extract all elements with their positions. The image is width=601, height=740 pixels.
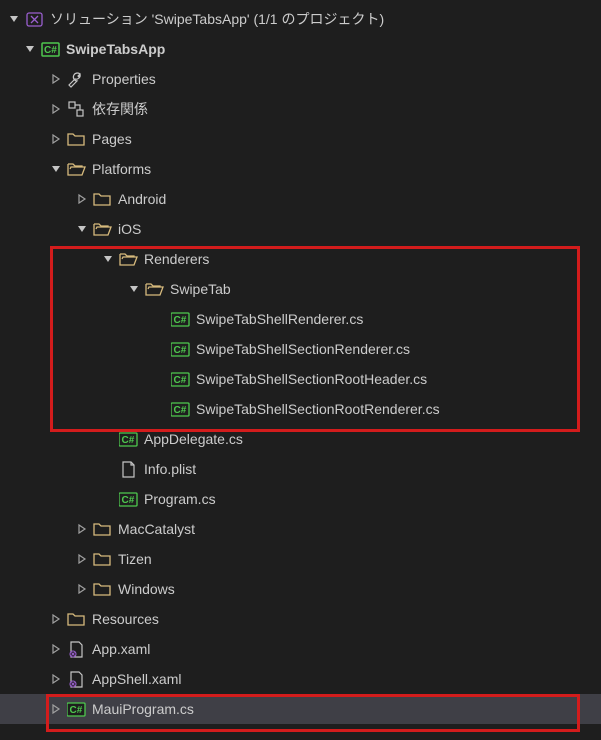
item-label: Android [118,191,166,207]
chevron-right-icon[interactable] [48,101,64,117]
tree-item-tizen[interactable]: Tizen [0,544,601,574]
tree-item-swipetab[interactable]: SwipeTab [0,274,601,304]
tree-item-appxaml[interactable]: App.xaml [0,634,601,664]
item-label: SwipeTab [170,281,231,297]
chevron-right-icon[interactable] [48,71,64,87]
dependencies-icon [66,99,86,119]
file-icon [118,459,138,479]
tree-item-properties[interactable]: Properties [0,64,601,94]
csharp-file-icon [118,429,138,449]
project-row[interactable]: SwipeTabsApp [0,34,601,64]
solution-icon [24,9,44,29]
folder-icon [92,519,112,539]
item-label: Platforms [92,161,151,177]
item-label: MacCatalyst [118,521,195,537]
tree-item-file[interactable]: SwipeTabShellSectionRenderer.cs [0,334,601,364]
item-label: iOS [118,221,141,237]
chevron-down-icon[interactable] [74,221,90,237]
xaml-file-icon [66,669,86,689]
item-label: Renderers [144,251,209,267]
item-label: Windows [118,581,175,597]
item-label: App.xaml [92,641,150,657]
tree-item-file[interactable]: Info.plist [0,454,601,484]
csharp-file-icon [170,399,190,419]
item-label: Pages [92,131,132,147]
chevron-down-icon[interactable] [22,41,38,57]
tree-item-dependencies[interactable]: 依存関係 [0,94,601,124]
tree-item-file[interactable]: SwipeTabShellSectionRootHeader.cs [0,364,601,394]
project-label: SwipeTabsApp [66,41,165,57]
chevron-right-icon[interactable] [48,641,64,657]
tree-item-android[interactable]: Android [0,184,601,214]
chevron-right-icon[interactable] [74,521,90,537]
chevron-down-icon[interactable] [126,281,142,297]
chevron-right-icon[interactable] [48,611,64,627]
folder-open-icon [144,279,164,299]
tree-item-appshell[interactable]: AppShell.xaml [0,664,601,694]
tree-item-mauiprogram[interactable]: MauiProgram.cs [0,694,601,724]
chevron-right-icon[interactable] [74,581,90,597]
item-label: 依存関係 [92,99,148,119]
item-label: SwipeTabShellSectionRootHeader.cs [196,371,427,387]
tree-item-resources[interactable]: Resources [0,604,601,634]
solution-explorer-tree: ソリューション 'SwipeTabsApp' (1/1 のプロジェクト) Swi… [0,0,601,724]
chevron-right-icon[interactable] [48,701,64,717]
folder-open-icon [118,249,138,269]
item-label: Tizen [118,551,152,567]
csproj-icon [40,39,60,59]
item-label: Program.cs [144,491,216,507]
item-label: AppDelegate.cs [144,431,243,447]
csharp-file-icon [118,489,138,509]
folder-open-icon [92,219,112,239]
csharp-file-icon [170,309,190,329]
tree-item-platforms[interactable]: Platforms [0,154,601,184]
tree-item-pages[interactable]: Pages [0,124,601,154]
item-label: MauiProgram.cs [92,701,194,717]
chevron-down-icon[interactable] [6,11,22,27]
tree-item-ios[interactable]: iOS [0,214,601,244]
item-label: SwipeTabShellRenderer.cs [196,311,363,327]
item-label: Resources [92,611,159,627]
solution-row[interactable]: ソリューション 'SwipeTabsApp' (1/1 のプロジェクト) [0,4,601,34]
csharp-file-icon [66,699,86,719]
tree-item-file[interactable]: AppDelegate.cs [0,424,601,454]
chevron-right-icon[interactable] [48,131,64,147]
folder-open-icon [66,159,86,179]
folder-icon [66,129,86,149]
xaml-file-icon [66,639,86,659]
chevron-right-icon[interactable] [74,191,90,207]
tree-item-file[interactable]: SwipeTabShellSectionRootRenderer.cs [0,394,601,424]
wrench-icon [66,69,86,89]
tree-item-windows[interactable]: Windows [0,574,601,604]
folder-icon [66,609,86,629]
tree-item-file[interactable]: Program.cs [0,484,601,514]
item-label: SwipeTabShellSectionRootRenderer.cs [196,401,440,417]
chevron-right-icon[interactable] [74,551,90,567]
item-label: AppShell.xaml [92,671,182,687]
folder-icon [92,549,112,569]
solution-label: ソリューション 'SwipeTabsApp' (1/1 のプロジェクト) [50,9,384,29]
chevron-right-icon[interactable] [48,671,64,687]
item-label: SwipeTabShellSectionRenderer.cs [196,341,410,357]
tree-item-renderers[interactable]: Renderers [0,244,601,274]
item-label: Info.plist [144,461,196,477]
folder-icon [92,579,112,599]
folder-icon [92,189,112,209]
tree-item-maccatalyst[interactable]: MacCatalyst [0,514,601,544]
chevron-down-icon[interactable] [48,161,64,177]
csharp-file-icon [170,339,190,359]
csharp-file-icon [170,369,190,389]
chevron-down-icon[interactable] [100,251,116,267]
tree-item-file[interactable]: SwipeTabShellRenderer.cs [0,304,601,334]
item-label: Properties [92,71,156,87]
